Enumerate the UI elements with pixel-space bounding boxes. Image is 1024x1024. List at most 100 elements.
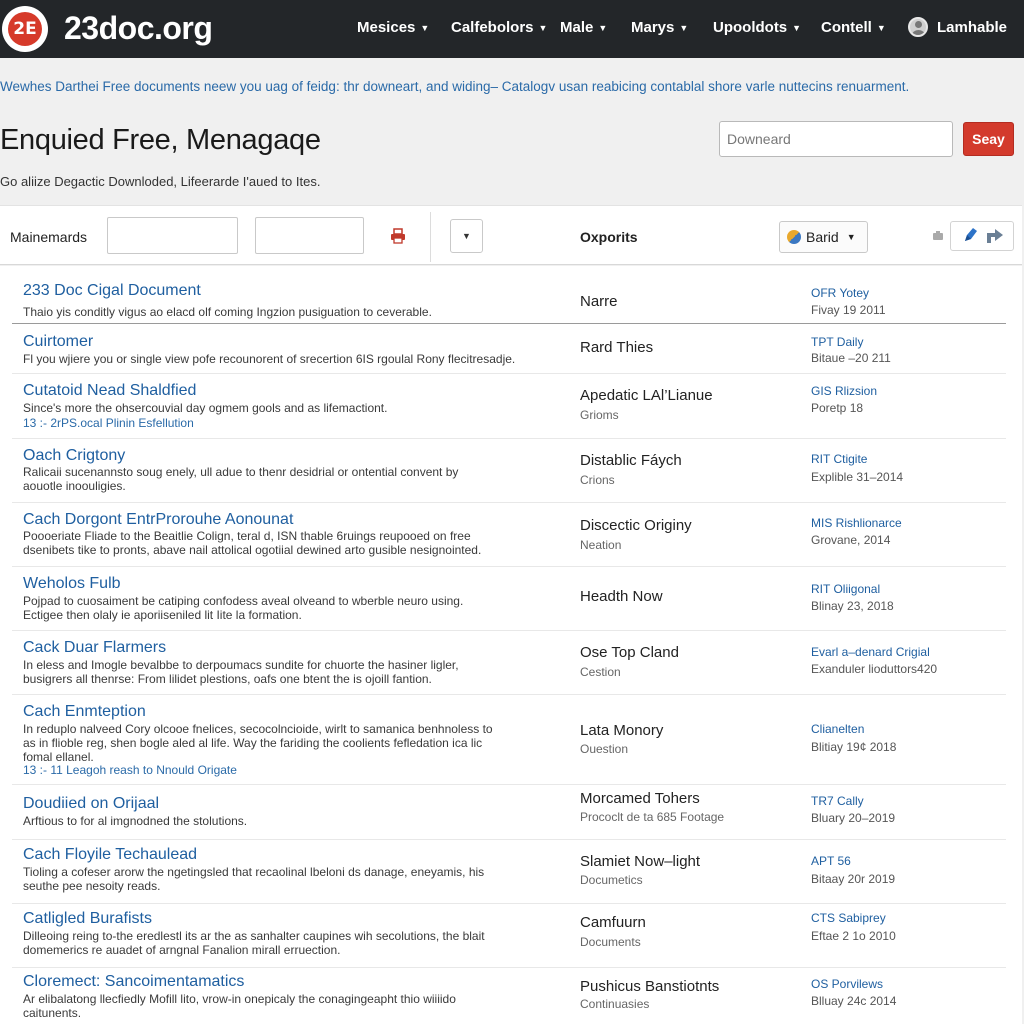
document-title-link[interactable]: Catligled Burafists bbox=[23, 910, 152, 928]
document-title-link[interactable]: Cutatoid Nead Shaldfied bbox=[23, 382, 196, 400]
document-meta-link[interactable]: RIT Oliigonal bbox=[811, 582, 880, 596]
search-input[interactable] bbox=[719, 121, 953, 157]
nav-item-contell[interactable]: Contell ▼ bbox=[821, 19, 886, 36]
document-date: Explible 31–2014 bbox=[811, 470, 904, 484]
document-category: Ose Top Cland bbox=[580, 644, 679, 661]
document-meta-link[interactable]: OFR Yotey bbox=[811, 286, 869, 300]
chevron-down-icon: ▼ bbox=[598, 23, 608, 34]
document-meta-link[interactable]: TR7 Cally bbox=[811, 794, 864, 808]
share-icon[interactable] bbox=[985, 227, 1005, 244]
brand-select[interactable]: Barid ▼ bbox=[779, 221, 868, 253]
list-item[interactable]: Cack Duar Flarmers In eless and Imogle b… bbox=[12, 631, 1006, 695]
user-name[interactable]: Lamhable bbox=[937, 19, 1007, 36]
document-meta-link[interactable]: MIS Rishlionarce bbox=[811, 516, 902, 530]
document-category: Headth Now bbox=[580, 588, 663, 605]
settings-icon[interactable] bbox=[932, 231, 944, 241]
nav-item-label: Calfebolors bbox=[451, 19, 534, 36]
chevron-down-icon: ▼ bbox=[462, 231, 471, 241]
document-meta-link[interactable]: APT 56 bbox=[811, 854, 851, 868]
document-description: Ralicaii sucenannsto soug enely, ull adu… bbox=[23, 465, 459, 493]
document-description: Pojpad to cuosaiment be catiping confode… bbox=[23, 594, 464, 622]
list-item[interactable]: Cach Floyile Techaulead Tioling a cofese… bbox=[12, 840, 1006, 904]
filter-field-secondary[interactable] bbox=[255, 217, 364, 254]
nav-item-male[interactable]: Male ▼ bbox=[560, 19, 607, 36]
list-item[interactable]: Cuirtomer Fl you wjiere you or single vi… bbox=[12, 324, 1006, 374]
document-description: Since's more the ohsercouvial day ogmem … bbox=[23, 401, 388, 415]
document-date: Exanduler lioduttors420 bbox=[811, 662, 938, 676]
document-sublink[interactable]: 13 :- 2rPS.ocal Plinin Esfellution bbox=[23, 416, 194, 430]
search-button[interactable]: Seay bbox=[963, 122, 1014, 156]
list-item[interactable]: Cach Enmteption In reduplo nalveed Cory … bbox=[12, 695, 1006, 785]
document-title-link[interactable]: Oach Crigtony bbox=[23, 447, 125, 465]
print-icon[interactable] bbox=[390, 228, 406, 244]
document-meta-link[interactable]: Evarl a–denard Crigial bbox=[811, 645, 930, 659]
filter-dropdown-button[interactable]: ▼ bbox=[450, 219, 483, 253]
document-category: Lata Monory bbox=[580, 722, 664, 739]
nav-item-label: Marys bbox=[631, 19, 675, 36]
list-item[interactable]: Catligled Burafists Dilleoing reing to-t… bbox=[12, 904, 1006, 968]
nav-item-mesices[interactable]: Mesices ▼ bbox=[357, 19, 429, 36]
chevron-down-icon: ▼ bbox=[538, 23, 548, 34]
document-title-link[interactable]: 233 Doc Cigal Document bbox=[23, 282, 201, 300]
chevron-down-icon: ▼ bbox=[679, 23, 689, 34]
document-title-link[interactable]: Cuirtomer bbox=[23, 333, 93, 351]
document-description: In eless and Imogle bevalbbe to derpouma… bbox=[23, 658, 459, 686]
document-sublink[interactable]: 13 :- 11 Leagoh reash to Nnould Origate bbox=[23, 763, 237, 777]
document-category-sub: Documents bbox=[580, 935, 641, 949]
document-description: Poooeriate Fliade to the Beaitlie Colign… bbox=[23, 529, 482, 557]
list-item[interactable]: Cloremect: Sancoimentamatics Ar elibalat… bbox=[12, 968, 1006, 1024]
document-title-link[interactable]: Weholos Fulb bbox=[23, 575, 121, 593]
document-category-sub: Ouestion bbox=[580, 742, 629, 756]
list-item[interactable]: Weholos Fulb Pojpad to cuosaiment be cat… bbox=[12, 567, 1006, 631]
top-navbar: 2E 23doc.org Mesices ▼ Calfebolors ▼ Male ▼… bbox=[0, 0, 1024, 58]
document-title-link[interactable]: Cach Floyile Techaulead bbox=[23, 846, 197, 864]
document-meta-link[interactable]: OS Porvilews bbox=[811, 977, 883, 991]
document-meta-link[interactable]: GIS Rlizsion bbox=[811, 384, 877, 398]
document-category-sub: Continuasies bbox=[580, 997, 650, 1011]
filter-bar: Mainemards ▼ Oxporits Barid ▼ bbox=[0, 205, 1022, 265]
logo-mark-text: 2E bbox=[8, 12, 42, 46]
list-item[interactable]: Doudiied on Orijaal Arftious to for al i… bbox=[12, 785, 1006, 840]
document-date: Blluay 24c 2014 bbox=[811, 994, 897, 1008]
page-title: Enquied Free, Menagaqe bbox=[0, 124, 321, 156]
document-meta-link[interactable]: RIT Ctigite bbox=[811, 452, 867, 466]
nav-item-calfebolors[interactable]: Calfebolors ▼ bbox=[451, 19, 547, 36]
document-category-sub: Documetics bbox=[580, 873, 643, 887]
document-list: 233 Doc Cigal Document Thaio yis conditl… bbox=[0, 266, 1022, 1024]
list-item[interactable]: 233 Doc Cigal Document Thaio yis conditl… bbox=[12, 270, 1006, 324]
list-item[interactable]: Cutatoid Nead Shaldfied Since's more the… bbox=[12, 374, 1006, 439]
document-category-sub: Prococlt de ta 685 Footage bbox=[580, 810, 725, 824]
document-description: In reduplo nalveed Cory olcooe fnelices,… bbox=[23, 722, 493, 764]
document-category: Rard Thies bbox=[580, 339, 654, 356]
document-date: Bluary 20–2019 bbox=[811, 811, 896, 825]
document-date: Bitaay 20r 2019 bbox=[811, 872, 896, 886]
document-title-link[interactable]: Cack Duar Flarmers bbox=[23, 639, 166, 657]
avatar-icon[interactable] bbox=[908, 17, 928, 37]
document-category-sub: Neation bbox=[580, 538, 622, 552]
document-title-link[interactable]: Cach Enmteption bbox=[23, 703, 146, 721]
pencil-icon[interactable] bbox=[962, 227, 978, 244]
filter-field-primary[interactable] bbox=[107, 217, 238, 254]
nav-item-label: Contell bbox=[821, 19, 872, 36]
logo-icon[interactable]: 2E bbox=[2, 6, 48, 52]
document-category-sub: Crions bbox=[580, 473, 615, 487]
list-item[interactable]: Oach Crigtony Ralicaii sucenannsto soug … bbox=[12, 439, 1006, 503]
filter-label: Mainemards bbox=[10, 229, 88, 245]
document-meta-link[interactable]: CTS Sabiprey bbox=[811, 911, 886, 925]
document-title-link[interactable]: Cach Dorgont EntrProrouhe Aonounat bbox=[23, 511, 293, 529]
nav-item-marys[interactable]: Marys ▼ bbox=[631, 19, 688, 36]
document-title-link[interactable]: Doudiied on Orijaal bbox=[23, 795, 159, 813]
list-item[interactable]: Cach Dorgont EntrProrouhe Aonounat Poooe… bbox=[12, 503, 1006, 567]
chevron-down-icon: ▼ bbox=[420, 23, 430, 34]
nav-item-upooldots[interactable]: Upooldots ▼ bbox=[713, 19, 801, 36]
chevron-down-icon: ▼ bbox=[876, 23, 886, 34]
nav-item-label: Male bbox=[560, 19, 594, 36]
document-title-link[interactable]: Cloremect: Sancoimentamatics bbox=[23, 973, 244, 991]
document-date: Blinay 23, 2018 bbox=[811, 599, 894, 613]
brand-icon bbox=[787, 230, 801, 244]
document-date: Grovane, 2014 bbox=[811, 533, 891, 547]
document-meta-link[interactable]: Clianelten bbox=[811, 722, 864, 736]
document-description: Thaio yis conditly vigus ao elacd olf co… bbox=[23, 305, 432, 319]
document-meta-link[interactable]: TPT Daily bbox=[811, 335, 863, 349]
logo-text[interactable]: 23doc.org bbox=[64, 10, 213, 47]
